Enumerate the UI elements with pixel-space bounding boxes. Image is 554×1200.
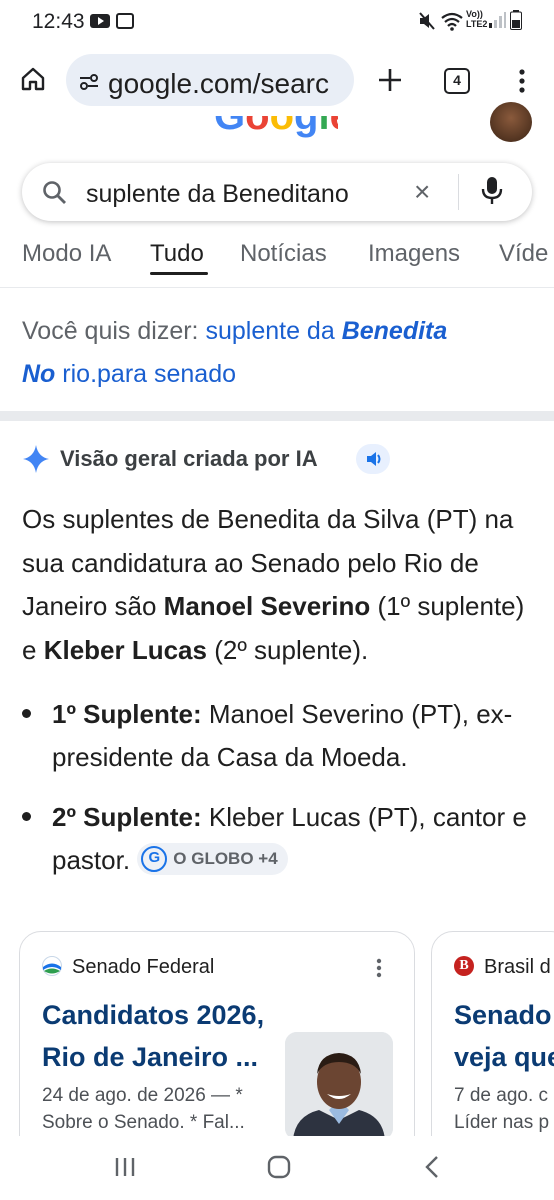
- new-tab-icon[interactable]: [378, 68, 402, 97]
- did-you-mean-prefix: Você quis dizer:: [22, 317, 199, 345]
- suggestion-part: suplente da: [205, 317, 335, 345]
- clock: 12:43: [32, 10, 85, 33]
- card-snippet-text: Sobre o Senado. * Fal...: [42, 1112, 245, 1133]
- brasil-logo-icon: B: [454, 956, 474, 976]
- account-avatar[interactable]: [490, 102, 532, 142]
- card-snippet-text: Líder nas p: [454, 1112, 550, 1133]
- tab-noticias[interactable]: Notícias: [240, 240, 327, 268]
- home-icon[interactable]: [20, 66, 46, 97]
- battery-icon: [510, 10, 522, 35]
- search-input[interactable]: suplente da Beneditano: [86, 180, 392, 209]
- suggestion-part: rio.para senado: [62, 360, 237, 388]
- tab-videos[interactable]: Víde: [499, 240, 548, 268]
- url-text[interactable]: google.com/searc: [108, 68, 348, 100]
- bullet-label: 2º Suplente:: [52, 802, 202, 832]
- source-logo: G: [141, 845, 168, 872]
- card-title-line: veja que: [454, 1042, 554, 1072]
- section-separator: [0, 411, 554, 421]
- card-snippet: 7 de ago. c Líder nas p: [454, 1082, 554, 1136]
- card-date: 24 de ago. de 2026 — *: [42, 1085, 243, 1106]
- card-title-line: Senado: [454, 1000, 552, 1030]
- divider: [458, 174, 459, 210]
- browser-toolbar: google.com/searc 4: [0, 44, 554, 118]
- card-source: Senado Federal: [72, 956, 215, 978]
- source-chip-label: O GLOBO +4: [173, 849, 278, 869]
- bullet-label: 1º Suplente:: [52, 699, 202, 729]
- active-tab-indicator: [150, 272, 208, 275]
- sparkle-icon: [22, 444, 50, 479]
- more-vert-icon[interactable]: [376, 958, 382, 983]
- youtube-icon: [90, 14, 110, 28]
- search-icon: [42, 180, 68, 211]
- card-date: 7 de ago. c: [454, 1085, 549, 1106]
- network-type-label: Vo)) LTE2: [466, 9, 487, 29]
- voicemail-icon: [116, 13, 134, 29]
- summary-text: (2º suplente).: [206, 634, 369, 665]
- card-title[interactable]: Senado veja que: [454, 994, 554, 1078]
- mute-icon: [418, 11, 436, 36]
- wifi-icon: [440, 11, 464, 36]
- suggestion-bold: No: [22, 360, 56, 388]
- microphone-icon[interactable]: [481, 176, 503, 211]
- speaker-icon[interactable]: [356, 444, 390, 474]
- back-icon[interactable]: [424, 1155, 440, 1184]
- clear-icon[interactable]: ×: [414, 176, 430, 208]
- card-title[interactable]: Candidatos 2026, Rio de Janeiro ...: [42, 994, 282, 1078]
- system-nav-bar: [0, 1136, 554, 1200]
- summary-bold: Kleber Lucas: [43, 634, 207, 665]
- signal-icon: [488, 11, 506, 34]
- card-snippet: 24 de ago. de 2026 — * Sobre o Senado. *…: [42, 1082, 282, 1136]
- summary-bold: Manoel Severino: [163, 591, 371, 621]
- card-source: Brasil d: [484, 956, 551, 978]
- tab-imagens[interactable]: Imagens: [368, 240, 460, 268]
- tab-switcher-icon[interactable]: 4: [444, 68, 470, 94]
- home-button-icon[interactable]: [267, 1155, 291, 1184]
- senado-logo-icon: [42, 956, 62, 981]
- source-chip[interactable]: GO GLOBO +4: [137, 843, 288, 876]
- tab-count: 4: [453, 72, 461, 88]
- ai-overview-title: Visão geral criada por IA: [60, 446, 318, 471]
- tab-tudo[interactable]: Tudo: [150, 240, 204, 268]
- recent-apps-icon[interactable]: [114, 1156, 136, 1183]
- status-bar: 12:43 Vo)) LTE2: [0, 0, 554, 44]
- tab-modo-ia[interactable]: Modo IA: [22, 240, 111, 268]
- search-tabs: Modo IA Tudo Notícias Imagens Víde: [0, 232, 554, 288]
- ai-overview-summary: Os suplentes de Benedita da Silva (PT) n…: [22, 498, 538, 672]
- card-thumbnail: [285, 1032, 393, 1140]
- bullet-dot: [22, 812, 31, 821]
- did-you-mean: Você quis dizer: suplente da Benedita No …: [22, 310, 542, 396]
- google-logo[interactable]: Google: [214, 116, 338, 142]
- site-info-icon[interactable]: [78, 73, 100, 96]
- lte-label: LTE2: [466, 19, 488, 29]
- suggestion-bold: Benedita: [341, 317, 448, 345]
- divider: [0, 287, 554, 288]
- volte-label: Vo)): [466, 9, 483, 19]
- more-vert-icon[interactable]: [518, 68, 526, 99]
- bullet-dot: [22, 709, 31, 718]
